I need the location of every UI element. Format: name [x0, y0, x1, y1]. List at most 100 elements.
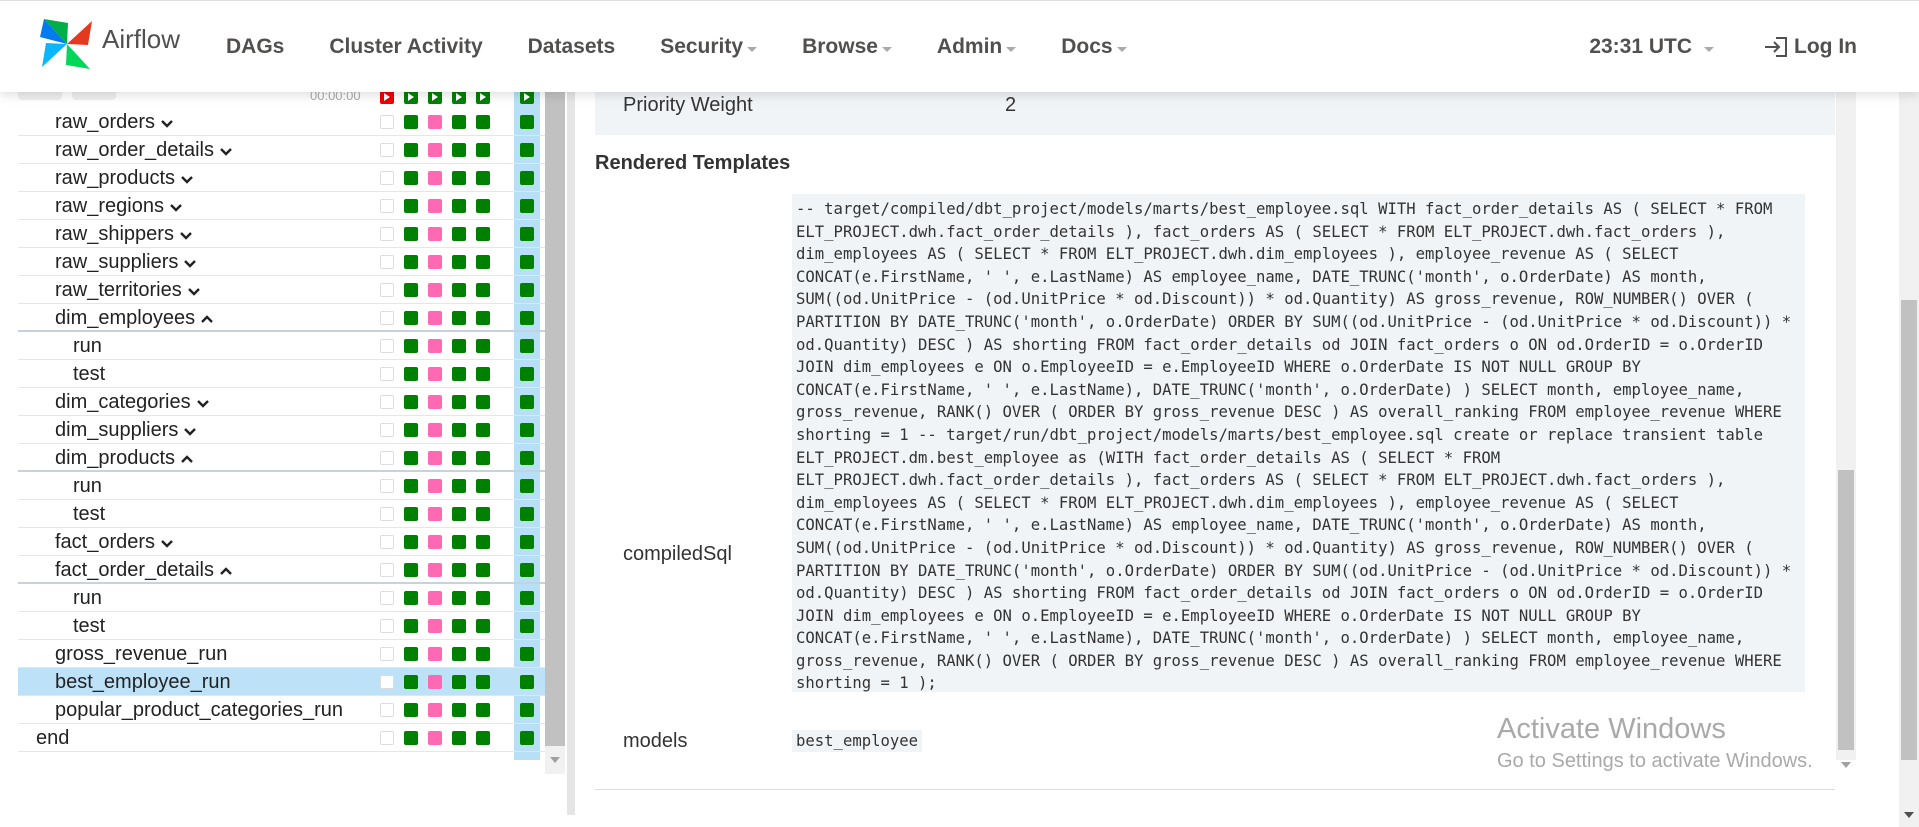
tree-scrollbar[interactable] — [545, 80, 565, 770]
chevron-down-icon[interactable] — [182, 255, 198, 271]
task-instance-green-cell[interactable] — [520, 591, 534, 605]
task-instance-green-cell[interactable] — [452, 339, 466, 353]
task-instance-green-cell[interactable] — [476, 199, 490, 213]
task-row[interactable]: run — [18, 472, 545, 500]
task-instance-green-cell[interactable] — [476, 563, 490, 577]
login-link[interactable]: Log In — [1762, 35, 1857, 59]
task-instance-empty-cell[interactable] — [380, 619, 394, 633]
task-label[interactable]: raw_products — [55, 167, 195, 190]
task-instance-green-cell[interactable] — [452, 703, 466, 717]
chevron-down-icon[interactable] — [168, 199, 184, 215]
task-instance-pink-cell[interactable] — [428, 227, 442, 241]
task-label[interactable]: run — [73, 475, 102, 498]
nav-admin[interactable]: Admin — [937, 35, 1017, 59]
task-instance-green-cell[interactable] — [404, 255, 418, 269]
task-instance-pink-cell[interactable] — [428, 703, 442, 717]
task-label[interactable]: gross_revenue_run — [55, 643, 227, 666]
task-label[interactable]: raw_orders — [55, 111, 175, 134]
chevron-down-icon[interactable] — [186, 283, 202, 299]
task-instance-green-cell[interactable] — [452, 227, 466, 241]
task-instance-green-cell[interactable] — [476, 227, 490, 241]
task-instance-pink-cell[interactable] — [428, 507, 442, 521]
task-instance-green-cell[interactable] — [520, 563, 534, 577]
task-instance-empty-cell[interactable] — [380, 115, 394, 129]
task-instance-green-cell[interactable] — [520, 647, 534, 661]
task-instance-green-cell[interactable] — [404, 647, 418, 661]
task-instance-green-cell[interactable] — [476, 423, 490, 437]
task-row[interactable]: raw_regions — [18, 192, 545, 220]
task-instance-green-cell[interactable] — [520, 115, 534, 129]
task-label[interactable]: dim_products — [55, 447, 195, 470]
task-instance-green-cell[interactable] — [520, 311, 534, 325]
task-instance-empty-cell[interactable] — [380, 563, 394, 577]
task-instance-green-cell[interactable] — [520, 479, 534, 493]
task-label[interactable]: dim_employees — [55, 307, 215, 330]
task-instance-pink-cell[interactable] — [428, 619, 442, 633]
task-instance-pink-cell[interactable] — [428, 563, 442, 577]
task-instance-pink-cell[interactable] — [428, 339, 442, 353]
task-instance-green-cell[interactable] — [404, 143, 418, 157]
task-label[interactable]: raw_order_details — [55, 139, 234, 162]
task-instance-green-cell[interactable] — [452, 423, 466, 437]
task-row[interactable]: dim_employees — [18, 304, 545, 332]
task-instance-pink-cell[interactable] — [428, 283, 442, 297]
task-instance-green-cell[interactable] — [404, 283, 418, 297]
chevron-down-icon[interactable] — [218, 143, 234, 159]
chevron-down-icon[interactable] — [159, 535, 175, 551]
task-instance-green-cell[interactable] — [452, 563, 466, 577]
task-row[interactable]: run — [18, 584, 545, 612]
task-instance-pink-cell[interactable] — [428, 171, 442, 185]
task-label[interactable]: run — [73, 587, 102, 610]
task-instance-empty-cell[interactable] — [380, 339, 394, 353]
task-instance-pink-cell[interactable] — [428, 731, 442, 745]
task-instance-green-cell[interactable] — [452, 283, 466, 297]
task-instance-green-cell[interactable] — [520, 227, 534, 241]
task-label[interactable]: raw_territories — [55, 279, 202, 302]
task-instance-pink-cell[interactable] — [428, 367, 442, 381]
task-instance-green-cell[interactable] — [476, 535, 490, 549]
task-label[interactable]: test — [73, 503, 105, 526]
task-label[interactable]: best_employee_run — [55, 671, 231, 694]
task-instance-green-cell[interactable] — [520, 675, 534, 689]
chevron-up-icon[interactable] — [199, 311, 215, 327]
task-instance-green-cell[interactable] — [404, 507, 418, 521]
task-row[interactable]: raw_products — [18, 164, 545, 192]
task-label[interactable]: raw_regions — [55, 195, 184, 218]
task-instance-green-cell[interactable] — [452, 479, 466, 493]
task-instance-green-cell[interactable] — [476, 479, 490, 493]
task-instance-green-cell[interactable] — [452, 311, 466, 325]
task-instance-green-cell[interactable] — [520, 255, 534, 269]
task-instance-green-cell[interactable] — [452, 675, 466, 689]
task-instance-green-cell[interactable] — [452, 367, 466, 381]
task-instance-green-cell[interactable] — [520, 451, 534, 465]
task-row[interactable]: dim_suppliers — [18, 416, 545, 444]
task-instance-green-cell[interactable] — [452, 115, 466, 129]
task-instance-green-cell[interactable] — [452, 143, 466, 157]
page-scrollbar[interactable] — [1901, 300, 1917, 760]
task-instance-empty-cell[interactable] — [380, 703, 394, 717]
chevron-down-icon[interactable] — [179, 171, 195, 187]
task-instance-empty-cell[interactable] — [380, 507, 394, 521]
task-instance-green-cell[interactable] — [520, 619, 534, 633]
task-label[interactable]: test — [73, 363, 105, 386]
chevron-down-icon[interactable] — [182, 423, 198, 439]
task-instance-pink-cell[interactable] — [428, 535, 442, 549]
chevron-up-icon[interactable] — [179, 451, 195, 467]
task-row[interactable]: test — [18, 360, 545, 388]
task-instance-green-cell[interactable] — [520, 731, 534, 745]
task-instance-green-cell[interactable] — [476, 311, 490, 325]
task-instance-green-cell[interactable] — [452, 255, 466, 269]
task-instance-green-cell[interactable] — [404, 227, 418, 241]
task-instance-pink-cell[interactable] — [428, 479, 442, 493]
task-instance-green-cell[interactable] — [452, 535, 466, 549]
nav-datasets[interactable]: Datasets — [528, 35, 616, 59]
scroll-down-arrow-icon[interactable] — [550, 757, 560, 763]
task-instance-green-cell[interactable] — [404, 731, 418, 745]
nav-cluster-activity[interactable]: Cluster Activity — [329, 35, 482, 59]
task-instance-empty-cell[interactable] — [380, 395, 394, 409]
task-instance-green-cell[interactable] — [476, 703, 490, 717]
task-instance-green-cell[interactable] — [520, 507, 534, 521]
task-instance-pink-cell[interactable] — [428, 143, 442, 157]
airflow-brand[interactable]: Airflow — [38, 15, 180, 73]
task-label[interactable]: popular_product_categories_run — [55, 699, 343, 722]
